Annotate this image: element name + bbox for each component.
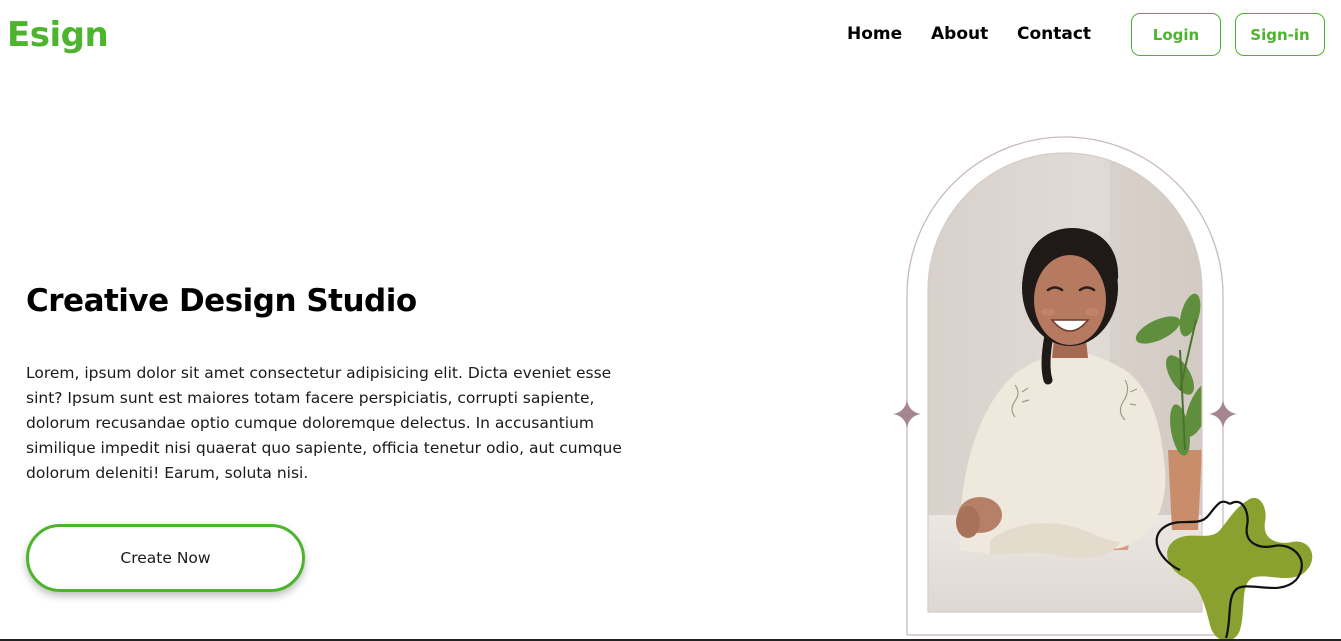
landing-page: Esign Home About Contact Login Sign-in C… [0, 0, 1341, 641]
nav-link-about[interactable]: About [931, 22, 988, 46]
brand-logo[interactable]: Esign [7, 12, 109, 58]
signin-button[interactable]: Sign-in [1235, 13, 1325, 56]
navbar: Esign Home About Contact Login Sign-in [0, 0, 1341, 72]
hero-description: Lorem, ipsum dolor sit amet consectetur … [26, 364, 622, 482]
nav-link-contact[interactable]: Contact [1017, 22, 1091, 46]
nav-link-home[interactable]: Home [847, 22, 902, 46]
hero-title: Creative Design Studio [26, 283, 417, 319]
create-now-button[interactable]: Create Now [26, 524, 305, 592]
login-button[interactable]: Login [1131, 13, 1221, 56]
hero-image-frame [880, 130, 1341, 641]
